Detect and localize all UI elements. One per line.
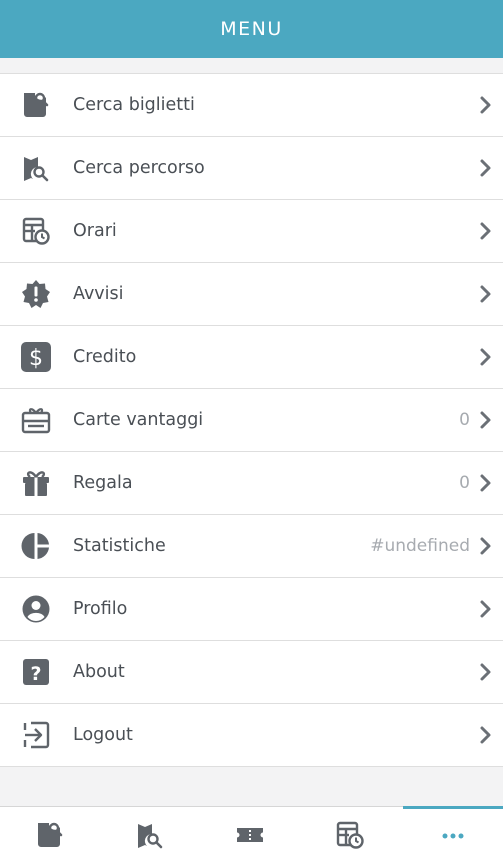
chevron-right-icon [479,95,493,115]
logout-icon [20,720,52,750]
menu-item-label: Cerca percorso [73,158,205,178]
menu-item-profilo[interactable]: Profilo [0,578,503,641]
chevron-right-icon [479,347,493,367]
menu-item-carte-vantaggi[interactable]: Carte vantaggi 0 [0,389,503,452]
ticket-icon [235,820,265,854]
map-search-icon [135,820,165,854]
timetable-clock-icon [335,820,365,854]
menu-item-label: Cerca biglietti [73,95,195,115]
menu-item-credito[interactable]: $ Credito [0,326,503,389]
tab-cerca-percorso[interactable] [100,807,200,867]
menu-item-statistiche[interactable]: Statistiche #undefined [0,515,503,578]
menu-item-label: About [73,662,125,682]
timetable-clock-icon [20,216,52,246]
bottom-tab-bar [0,806,503,867]
menu-item-orari[interactable]: Orari [0,200,503,263]
gift-icon [20,468,52,498]
alert-badge-icon [20,279,52,309]
menu-item-logout[interactable]: Logout [0,704,503,767]
ticket-search-icon [35,820,65,854]
svg-text:?: ? [30,663,41,685]
menu-item-cerca-percorso[interactable]: Cerca percorso [0,137,503,200]
chevron-right-icon [479,599,493,619]
menu-item-label: Statistiche [73,536,166,556]
chevron-right-icon [479,158,493,178]
tab-more[interactable] [403,806,503,867]
chevron-right-icon [479,473,493,493]
chevron-right-icon [479,725,493,745]
menu-item-label: Carte vantaggi [73,410,204,430]
more-dots-icon [438,821,468,855]
svg-text:$: $ [29,346,43,371]
menu-item-count: 0 [459,410,470,430]
page-title: MENU [220,18,283,40]
menu-item-avvisi[interactable]: Avvisi [0,263,503,326]
tab-cerca-biglietti[interactable] [0,807,100,867]
menu-item-about[interactable]: ? About [0,641,503,704]
menu-item-regala[interactable]: Regala 0 [0,452,503,515]
chevron-right-icon [479,662,493,682]
chevron-right-icon [479,410,493,430]
menu-item-label: Profilo [73,599,128,619]
question-icon: ? [20,657,52,687]
menu-item-cerca-biglietti[interactable]: Cerca biglietti [0,74,503,137]
menu-list: Cerca biglietti Cerca percorso Orari Avv… [0,73,503,767]
header-bar: MENU [0,0,503,58]
map-search-icon [20,153,52,183]
tab-biglietti[interactable] [200,807,300,867]
menu-item-count: 0 [459,473,470,493]
ticket-search-icon [20,90,52,120]
dollar-icon: $ [20,342,52,372]
menu-item-label: Regala [73,473,133,493]
pie-chart-icon [20,531,52,561]
menu-item-label: Avvisi [73,284,124,304]
menu-item-label: Orari [73,221,117,241]
menu-item-label: Credito [73,347,137,367]
tab-orari[interactable] [300,807,400,867]
chevron-right-icon [479,536,493,556]
menu-item-label: Logout [73,725,133,745]
menu-item-count: #undefined [370,536,470,556]
card-gift-icon [20,405,52,435]
chevron-right-icon [479,221,493,241]
chevron-right-icon [479,284,493,304]
profile-icon [20,594,52,624]
